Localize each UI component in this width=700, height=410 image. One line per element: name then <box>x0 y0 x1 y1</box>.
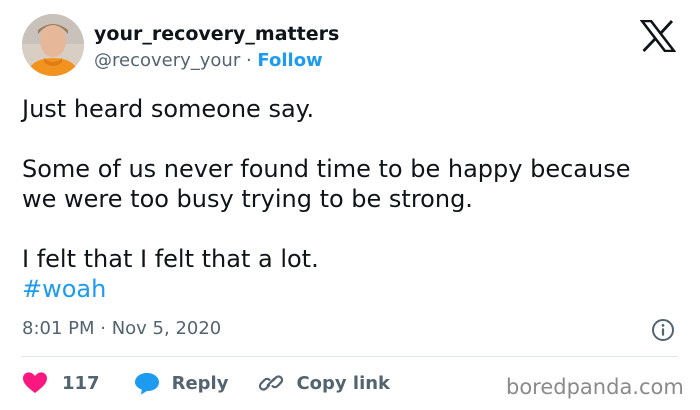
like-count: 117 <box>62 372 100 394</box>
watermark: boredpanda.com <box>506 375 684 399</box>
follow-button[interactable]: Follow <box>257 50 322 71</box>
link-icon <box>259 375 284 391</box>
handle[interactable]: @recovery_your <box>94 50 240 71</box>
tweet-line: Just heard someone say. <box>22 95 315 123</box>
reply-button[interactable]: Reply <box>134 371 229 395</box>
speech-bubble-icon <box>134 373 159 395</box>
handle-row: @recovery_your · Follow <box>94 48 339 74</box>
info-icon[interactable] <box>651 318 675 342</box>
handle-separator: · <box>240 50 258 71</box>
divider <box>22 356 678 357</box>
author-block: your_recovery_matters @recovery_your · F… <box>94 22 339 74</box>
tweet-line: we were too busy trying to be strong. <box>22 185 473 213</box>
copy-link-label: Copy link <box>296 372 391 394</box>
action-bar: 117 Reply Copy link <box>22 368 390 398</box>
tweet-text: Just heard someone say. Some of us never… <box>22 94 682 304</box>
avatar[interactable] <box>22 14 84 76</box>
avatar-photo <box>22 14 84 76</box>
hashtag-link[interactable]: #woah <box>22 274 682 304</box>
reply-label: Reply <box>171 372 229 394</box>
timestamp[interactable]: 8:01 PM · Nov 5, 2020 <box>22 317 221 341</box>
heart-icon <box>23 372 47 393</box>
tweet-line: Some of us never found time to be happy … <box>22 155 631 183</box>
copy-link-button[interactable]: Copy link <box>258 371 390 395</box>
display-name[interactable]: your_recovery_matters <box>94 22 339 46</box>
tweet-card: your_recovery_matters @recovery_your · F… <box>0 0 700 410</box>
like-button[interactable]: 117 <box>22 371 100 395</box>
tweet-line: I felt that I felt that a lot. <box>22 245 319 273</box>
x-logo-icon[interactable] <box>640 20 676 52</box>
